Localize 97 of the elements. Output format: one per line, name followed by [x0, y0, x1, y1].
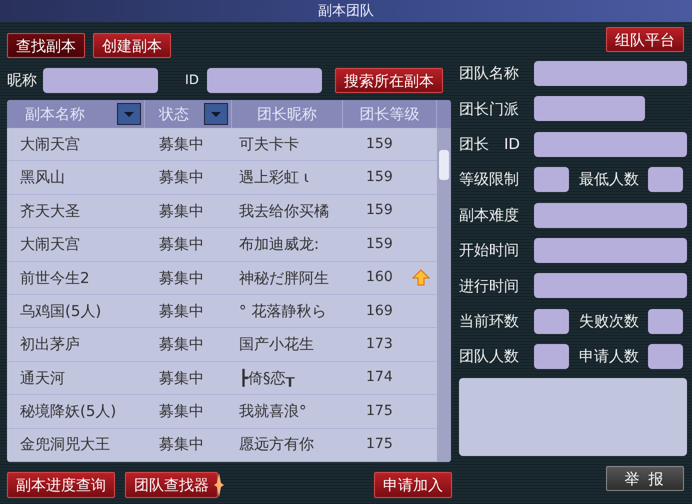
number-field[interactable]: [648, 308, 683, 334]
caret-icon: [211, 112, 221, 117]
text-field[interactable]: [534, 132, 687, 157]
column-header: 副本名称: [25, 104, 85, 125]
table-cell-text: 国产小花生: [238, 334, 315, 356]
action-button[interactable]: 副本进度查询: [7, 472, 115, 498]
table-cell-text: 愿远方有你: [238, 434, 315, 456]
table-cell-text: 大闹天宫: [19, 134, 81, 155]
table-cell-text: 金兜洞兕大王: [19, 434, 111, 456]
text-field[interactable]: [534, 273, 687, 298]
field-label: 当前环数: [459, 310, 520, 332]
table-cell-text: 前世今生2: [19, 268, 91, 288]
table-cell-text: 黑风山: [19, 167, 66, 188]
dropdown-button[interactable]: [204, 103, 228, 125]
table-cell-text: 布加迪威龙:: [238, 234, 320, 256]
field-label: 失败次数: [579, 310, 639, 332]
table-row[interactable]: 大闹天宫 募集中 可夫卡卡 159: [7, 128, 437, 162]
table-cell-text: 齐天大圣: [19, 200, 81, 222]
scrollbar[interactable]: [437, 128, 451, 462]
table-row[interactable]: 初出茅庐 募集中 国产小花生 173: [7, 328, 437, 362]
tab[interactable]: 创建副本: [93, 33, 171, 58]
field-label: 等级限制: [459, 169, 520, 190]
text-field[interactable]: [534, 202, 687, 228]
window-title: 副本团队: [318, 2, 374, 21]
scroll-thumb[interactable]: [439, 150, 449, 180]
table-cell-text: ° 花落静秋ら: [238, 300, 328, 322]
field-label: 进行时间: [459, 276, 520, 297]
table-cell-text: 159: [366, 168, 394, 188]
field-label: 团队名称: [459, 63, 520, 84]
column-header: 团长昵称: [257, 104, 317, 125]
table-cell-text: 募集中: [158, 300, 205, 322]
table-cell-text: 募集中: [158, 134, 205, 155]
caret-icon: [124, 112, 134, 117]
table-row[interactable]: 通天河 募集中 ┣倚§恋┰ 174: [7, 362, 437, 396]
table-cell-text: 募集中: [158, 268, 205, 288]
report-button[interactable]: 举 报: [606, 466, 684, 492]
nickname-label: 昵称: [7, 70, 37, 92]
column-header: 状态: [159, 104, 189, 125]
table-cell-text: 159: [366, 134, 394, 154]
action-button[interactable]: 团队查找器: [125, 472, 218, 498]
table-cell-text: ┣倚§恋┰: [238, 368, 296, 389]
table-cell-text: 神秘だ胖阿生: [238, 268, 330, 288]
text-field[interactable]: [534, 238, 687, 263]
table-cell-text: 募集中: [158, 234, 205, 256]
field-label: 团长门派: [459, 98, 520, 120]
table-cell-text: 遇上彩虹 ι: [238, 167, 310, 188]
table-cell-text: 初出茅庐: [19, 334, 81, 356]
table-cell-text: 169: [366, 302, 394, 321]
table-cell-text: 173: [366, 335, 394, 354]
field-label: 开始时间: [459, 240, 520, 262]
id-field[interactable]: [206, 68, 322, 93]
number-field[interactable]: [534, 344, 569, 370]
table-row[interactable]: 齐天大圣 募集中 我去给你买橘 159: [7, 194, 437, 228]
table-cell-text: 174: [366, 368, 394, 388]
number-field[interactable]: [534, 167, 569, 192]
column-header: 团长等级: [360, 104, 420, 125]
table-cell-text: 募集中: [158, 334, 205, 356]
table-cell-text: 可夫卡卡: [238, 134, 300, 155]
field-label: 最低人数: [579, 169, 639, 190]
table-cell-text: 大闹天宫: [19, 234, 81, 256]
text-field[interactable]: [534, 61, 687, 86]
number-field[interactable]: [534, 308, 569, 334]
table-row[interactable]: 前世今生2 募集中 神秘だ胖阿生 160: [7, 262, 437, 295]
platform-button[interactable]: 组队平台: [606, 27, 684, 52]
nickname-field[interactable]: [43, 68, 158, 93]
table-cell-text: 募集中: [158, 401, 205, 422]
table-cell-text: 175: [366, 435, 394, 454]
table-cell-text: 159: [366, 234, 394, 254]
field-label: 团长 ID: [459, 134, 521, 156]
table-cell-text: 通天河: [19, 368, 66, 389]
table-row[interactable]: 金兜洞兕大王 募集中 愿远方有你 175: [7, 428, 437, 462]
table-cell-text: 我就喜浪°: [238, 401, 308, 422]
table-cell-text: 我去给你买橘: [238, 200, 330, 222]
table-row[interactable]: 秘境降妖(5人) 募集中 我就喜浪° 175: [7, 395, 437, 429]
tab[interactable]: 查找副本: [7, 33, 85, 58]
number-field[interactable]: [648, 344, 683, 370]
dropdown-button[interactable]: [117, 103, 141, 125]
field-label: 副本难度: [459, 204, 520, 226]
table-row[interactable]: 乌鸡国(5人) 募集中 ° 花落静秋ら 169: [7, 294, 437, 328]
field-label: 团队人数: [459, 346, 520, 368]
search-button[interactable]: 搜索所在副本: [334, 68, 443, 93]
table-cell-text: 乌鸡国(5人): [19, 300, 102, 322]
text-field[interactable]: [534, 96, 645, 122]
table-cell-text: 募集中: [158, 200, 205, 222]
table-cell-text: 160: [366, 268, 394, 288]
table-cell-text: 募集中: [158, 167, 205, 188]
number-field[interactable]: [648, 167, 683, 192]
table-row[interactable]: 大闹天宫 募集中 布加迪威龙: 159: [7, 228, 437, 262]
table-cell-text: 159: [366, 201, 394, 220]
table-cell-text: 募集中: [158, 434, 205, 456]
table-cell-text: 175: [366, 402, 394, 421]
table-row[interactable]: 黑风山 募集中 遇上彩虹 ι 159: [7, 161, 437, 195]
action-button[interactable]: 申请加入: [374, 472, 452, 498]
field-label: 申请人数: [579, 346, 639, 368]
table-cell-text: 募集中: [158, 368, 205, 389]
id-label: ID: [185, 72, 199, 90]
table-cell-text: 秘境降妖(5人): [19, 401, 118, 422]
